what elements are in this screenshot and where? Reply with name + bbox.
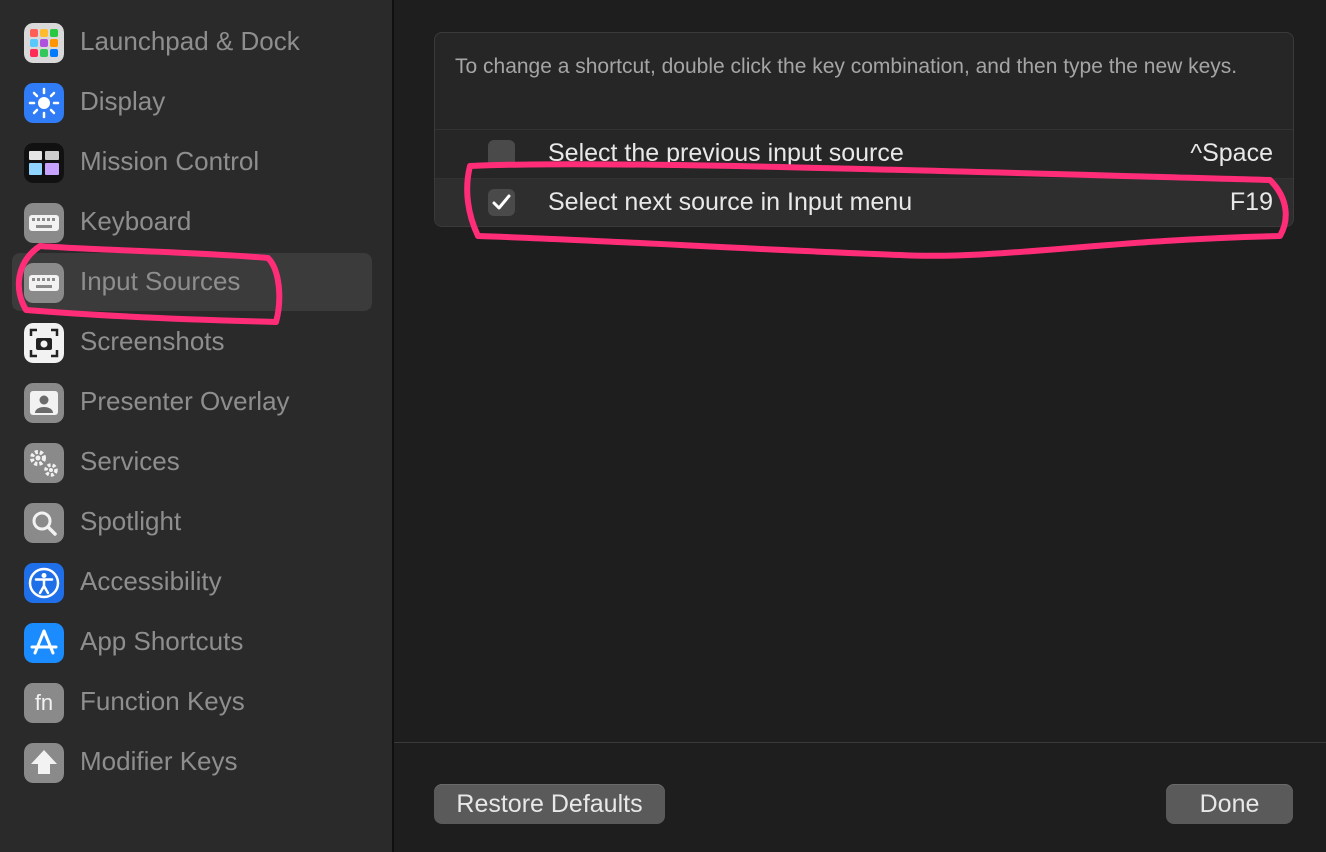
sidebar-item-mission-control[interactable]: Mission Control [12,133,372,191]
sidebar-item-function-keys[interactable]: fn Function Keys [12,673,372,731]
sidebar-item-label: Function Keys [80,686,245,716]
restore-defaults-button[interactable]: Restore Defaults [434,784,665,824]
input-sources-icon [24,263,64,303]
sidebar-item-label: App Shortcuts [80,626,244,656]
gears-icon [24,443,64,483]
sidebar-item-accessibility[interactable]: Accessibility [12,553,372,611]
shortcut-checkbox[interactable] [488,189,515,216]
display-icon [24,83,64,123]
sidebar-item-label: Launchpad & Dock [80,26,300,56]
sidebar: Launchpad & Dock Display Mission Control… [0,0,394,852]
sidebar-item-display[interactable]: Display [12,73,372,131]
sidebar-item-label: Display [80,86,166,116]
sidebar-item-label: Presenter Overlay [80,386,290,416]
sidebar-item-label: Accessibility [80,566,222,596]
presenter-overlay-icon [24,383,64,423]
app-store-icon [24,623,64,663]
main-pane: To change a shortcut, double click the k… [394,0,1326,852]
fn-icon: fn [24,683,64,723]
shortcut-label: Select the previous input source [548,139,904,167]
launchpad-icon [24,23,64,63]
keyboard-icon [24,203,64,243]
instructions-text: To change a shortcut, double click the k… [455,55,1238,78]
shortcuts-panel: To change a shortcut, double click the k… [434,32,1294,227]
sidebar-item-app-shortcuts[interactable]: App Shortcuts [12,613,372,671]
shortcut-key[interactable]: ^Space [1190,139,1273,168]
sidebar-item-presenter-overlay[interactable]: Presenter Overlay [12,373,372,431]
sidebar-item-keyboard[interactable]: Keyboard [12,193,372,251]
sidebar-item-label: Mission Control [80,146,260,176]
accessibility-icon [24,563,64,603]
shortcut-row[interactable]: Select next source in Input menu F19 [435,178,1293,226]
magnifier-icon [24,503,64,543]
shortcut-key[interactable]: F19 [1230,188,1273,217]
screenshot-icon [24,323,64,363]
shortcut-row[interactable]: Select the previous input source ^Space [435,129,1293,178]
footer-divider [394,742,1326,743]
sidebar-item-label: Keyboard [80,206,192,236]
fn-glyph: fn [34,690,54,715]
done-button[interactable]: Done [1166,784,1293,824]
sidebar-item-label: Input Sources [80,266,241,296]
sidebar-item-label: Services [80,446,180,476]
mission-control-icon [24,143,64,183]
sidebar-item-launchpad-dock[interactable]: Launchpad & Dock [12,13,372,71]
sidebar-item-input-sources[interactable]: Input Sources [12,253,372,311]
sidebar-item-modifier-keys[interactable]: Modifier Keys [12,733,372,791]
sidebar-item-spotlight[interactable]: Spotlight [12,493,372,551]
checkmark-icon [492,194,511,210]
shortcut-checkbox[interactable] [488,140,515,167]
sidebar-item-screenshots[interactable]: Screenshots [12,313,372,371]
sidebar-item-services[interactable]: Services [12,433,372,491]
sidebar-item-label: Screenshots [80,326,225,356]
shortcut-label: Select next source in Input menu [548,188,913,216]
up-arrow-icon [24,743,64,783]
sidebar-item-label: Modifier Keys [80,746,238,776]
sidebar-item-label: Spotlight [80,506,182,536]
